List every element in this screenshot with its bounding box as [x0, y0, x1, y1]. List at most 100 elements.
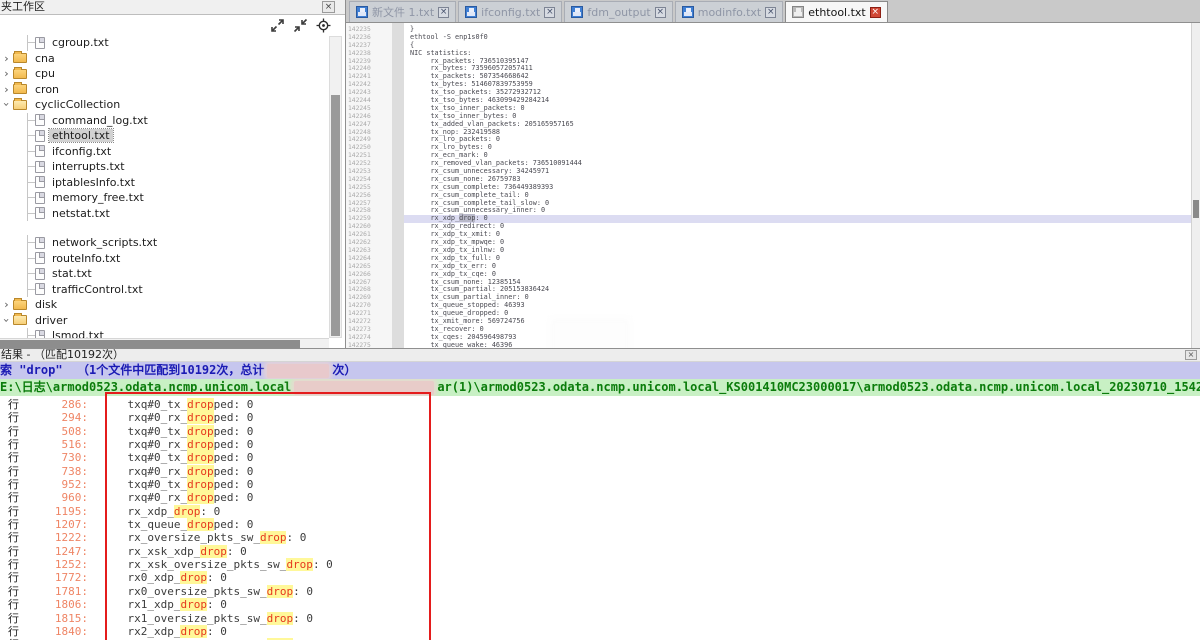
result-row[interactable]: 行286: txq#0_tx_dropped: 0 [0, 398, 1200, 411]
code-line: tx_tso_inner_packets: 0 [404, 105, 1191, 113]
collapse-all-icon[interactable] [293, 18, 308, 33]
tree-item-cpu[interactable]: › cpu [0, 66, 329, 82]
row-line-label: 行 [8, 438, 24, 451]
result-line-number: 286: [24, 398, 88, 411]
tree-item-ethtool-txt[interactable]: ethtool.txt [0, 128, 329, 144]
tree-item-cyclicCollection[interactable]: ›cyclicCollection [0, 97, 329, 113]
result-row[interactable]: 行508: txq#0_tx_dropped: 0 [0, 425, 1200, 438]
line-number: 142270 [346, 302, 392, 310]
tree-item-ifconfig-txt[interactable]: ifconfig.txt [0, 144, 329, 160]
tree-item-trafficControl-txt[interactable]: trafficControl.txt [0, 282, 329, 298]
tab-close-icon[interactable]: × [438, 7, 449, 18]
matched-file-path-line[interactable]: E:\日志\armod0523.odata.ncmp.unicom.locala… [0, 379, 1200, 396]
close-icon[interactable]: × [322, 1, 335, 13]
tab-close-icon[interactable]: × [544, 7, 555, 18]
result-text: rx_oversize_pkts_sw_drop: 0 [101, 531, 306, 544]
tree-item-label: cgroup.txt [49, 36, 112, 49]
open-folder-icon [13, 100, 27, 110]
result-row[interactable]: 行1781: rx0_oversize_pkts_sw_drop: 0 [0, 585, 1200, 598]
chevron-collapsed-icon[interactable]: › [0, 298, 13, 311]
match-highlight: drop [267, 585, 294, 598]
chevron-expanded-icon[interactable]: › [0, 98, 13, 111]
match-highlight: drop [180, 571, 207, 584]
row-line-label: 行 [8, 398, 24, 411]
result-row[interactable]: 行1772: rx0_xdp_drop: 0 [0, 571, 1200, 584]
tree-item-interrupts-txt[interactable]: interrupts.txt [0, 159, 329, 175]
result-line-number: 294: [24, 411, 88, 424]
match-pre: rx1_xdp_ [101, 598, 180, 611]
line-number: 142273 [346, 326, 392, 334]
result-row[interactable]: 行960: rxq#0_rx_dropped: 0 [0, 491, 1200, 504]
tab-close-icon[interactable]: × [765, 7, 776, 18]
result-row[interactable]: 行1252: rx_xsk_oversize_pkts_sw_drop: 0 [0, 558, 1200, 571]
tree-item-cgroup-txt[interactable]: cgroup.txt [0, 35, 329, 51]
expand-all-icon[interactable] [270, 18, 285, 33]
tree-item-cron[interactable]: ›cron [0, 82, 329, 98]
tree-item-cna[interactable]: ›cna [0, 51, 329, 67]
result-row[interactable]: 行1815: rx1_oversize_pkts_sw_drop: 0 [0, 612, 1200, 625]
result-line-number: 1247: [24, 545, 88, 558]
line-number-gutter: 1422351422361422371422381422391422401422… [346, 23, 392, 348]
tree-horizontal-scrollbar[interactable] [0, 338, 329, 348]
tab-close-icon[interactable]: × [870, 7, 881, 18]
tree-item-stat-txt[interactable]: stat.txt [0, 266, 329, 282]
tab-ethtool.txt[interactable]: ethtool.txt× [785, 1, 888, 22]
chevron-collapsed-icon[interactable]: › [0, 52, 13, 65]
scrollbar-thumb[interactable] [0, 340, 300, 348]
match-pre: rx_xsk_oversize_pkts_sw_ [101, 558, 286, 571]
result-row[interactable]: 行1222: rx_oversize_pkts_sw_drop: 0 [0, 531, 1200, 544]
result-row[interactable]: 行730: txq#0_tx_dropped: 0 [0, 451, 1200, 464]
close-icon[interactable]: × [1185, 350, 1197, 360]
result-row[interactable]: 行738: rxq#0_rx_dropped: 0 [0, 465, 1200, 478]
row-line-label: 行 [8, 478, 24, 491]
editor-text-area[interactable]: 1422351422361422371422381422391422401422… [346, 23, 1200, 348]
match-post: ped: 0 [214, 398, 254, 411]
tab-bar: 新文件 1.txt×ifconfig.txt×fdm_output×modinf… [346, 0, 1200, 23]
tree-item-label: routeInfo.txt [49, 252, 123, 265]
line-number: 142239 [346, 58, 392, 66]
top-area: 夹工作区 × cgroup.txt›cna›cpu› [0, 0, 1200, 348]
chevron-collapsed-icon[interactable]: › [0, 83, 13, 96]
search-summary-line[interactable]: 索 "drop" （1个文件中匹配到10192次，总计次） [0, 362, 1200, 379]
match-post: ped: 0 [214, 438, 254, 451]
tab-modinfo.txt[interactable]: modinfo.txt× [675, 1, 784, 22]
result-row[interactable]: 行1207: tx_queue_dropped: 0 [0, 518, 1200, 531]
tree-vertical-scrollbar[interactable] [329, 36, 342, 338]
tree-gap [0, 221, 329, 235]
locate-file-icon[interactable] [316, 18, 331, 33]
tab-ifconfig.txt[interactable]: ifconfig.txt× [458, 1, 562, 22]
scrollbar-thumb[interactable] [331, 95, 340, 336]
match-post: ped: 0 [214, 478, 254, 491]
tree-item-iptablesInfo-txt[interactable]: iptablesInfo.txt [0, 175, 329, 191]
tab-新文件 1.txt[interactable]: 新文件 1.txt× [349, 1, 456, 22]
result-row[interactable]: 行952: txq#0_tx_dropped: 0 [0, 478, 1200, 491]
tree-item-network-scripts-txt[interactable]: network_scripts.txt [0, 235, 329, 251]
tree-item-routeInfo-txt[interactable]: routeInfo.txt [0, 251, 329, 267]
line-number: 142237 [346, 42, 392, 50]
tree-item-label: cpu [32, 67, 58, 80]
tree-item-disk[interactable]: ›disk [0, 297, 329, 313]
code-line: tx_xmit_more: 569724756 [404, 318, 1191, 326]
tab-close-icon[interactable]: × [655, 7, 666, 18]
result-text: rx0_xdp_drop: 0 [101, 571, 227, 584]
result-row[interactable]: 行1806: rx1_xdp_drop: 0 [0, 598, 1200, 611]
result-row[interactable]: 行1247: rx_xsk_xdp_drop: 0 [0, 545, 1200, 558]
tree-item-netstat-txt[interactable]: netstat.txt [0, 206, 329, 222]
chevron-expanded-icon[interactable]: › [0, 314, 13, 327]
result-row[interactable]: 行1840: rx2_xdp_drop: 0 [0, 625, 1200, 638]
tree-item-command-log-txt[interactable]: command_log.txt [0, 113, 329, 129]
result-row[interactable]: 行1195: rx_xdp_drop: 0 [0, 505, 1200, 518]
row-line-label: 行 [8, 598, 24, 611]
tree-item-memory-free-txt[interactable]: memory_free.txt [0, 190, 329, 206]
code-line: } [404, 26, 1191, 34]
tab-fdm_output[interactable]: fdm_output× [564, 1, 672, 22]
result-text: rxq#0_rx_dropped: 0 [101, 411, 253, 424]
chevron-collapsed-icon[interactable]: › [0, 67, 13, 80]
tree-item-lsmod-txt[interactable]: lsmod.txt [0, 328, 329, 338]
editor-vertical-scrollbar[interactable] [1191, 23, 1200, 348]
match-post: : 0 [227, 545, 247, 558]
result-row[interactable]: 行294: rxq#0_rx_dropped: 0 [0, 411, 1200, 424]
tree-item-driver[interactable]: ›driver [0, 313, 329, 329]
scrollbar-thumb[interactable] [1193, 200, 1199, 218]
result-row[interactable]: 行516: rxq#0_rx_dropped: 0 [0, 438, 1200, 451]
